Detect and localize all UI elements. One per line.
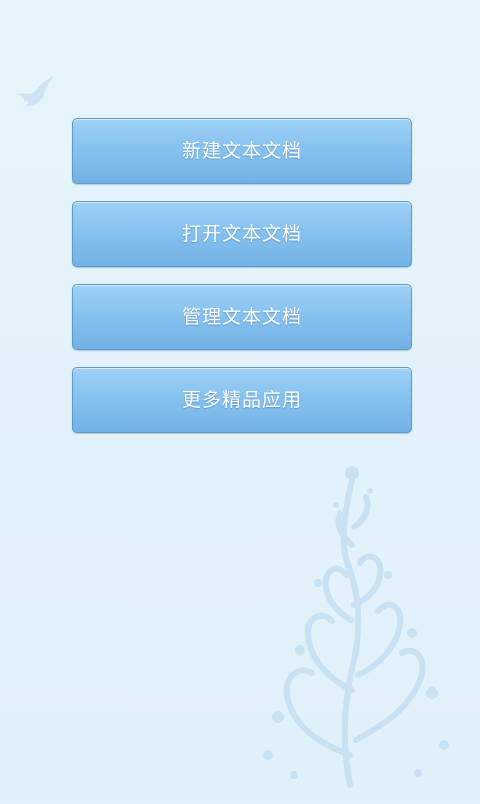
dove-icon — [14, 70, 58, 114]
manage-text-document-button[interactable]: 管理文本文档 — [72, 284, 412, 350]
new-text-document-button[interactable]: 新建文本文档 — [72, 118, 412, 184]
swirl-tree-icon — [248, 455, 462, 800]
more-apps-button[interactable]: 更多精品应用 — [72, 367, 412, 433]
main-screen: 新建文本文档 打开文本文档 管理文本文档 更多精品应用 — [0, 0, 480, 800]
main-menu: 新建文本文档 打开文本文档 管理文本文档 更多精品应用 — [72, 118, 412, 450]
open-text-document-button[interactable]: 打开文本文档 — [72, 201, 412, 267]
